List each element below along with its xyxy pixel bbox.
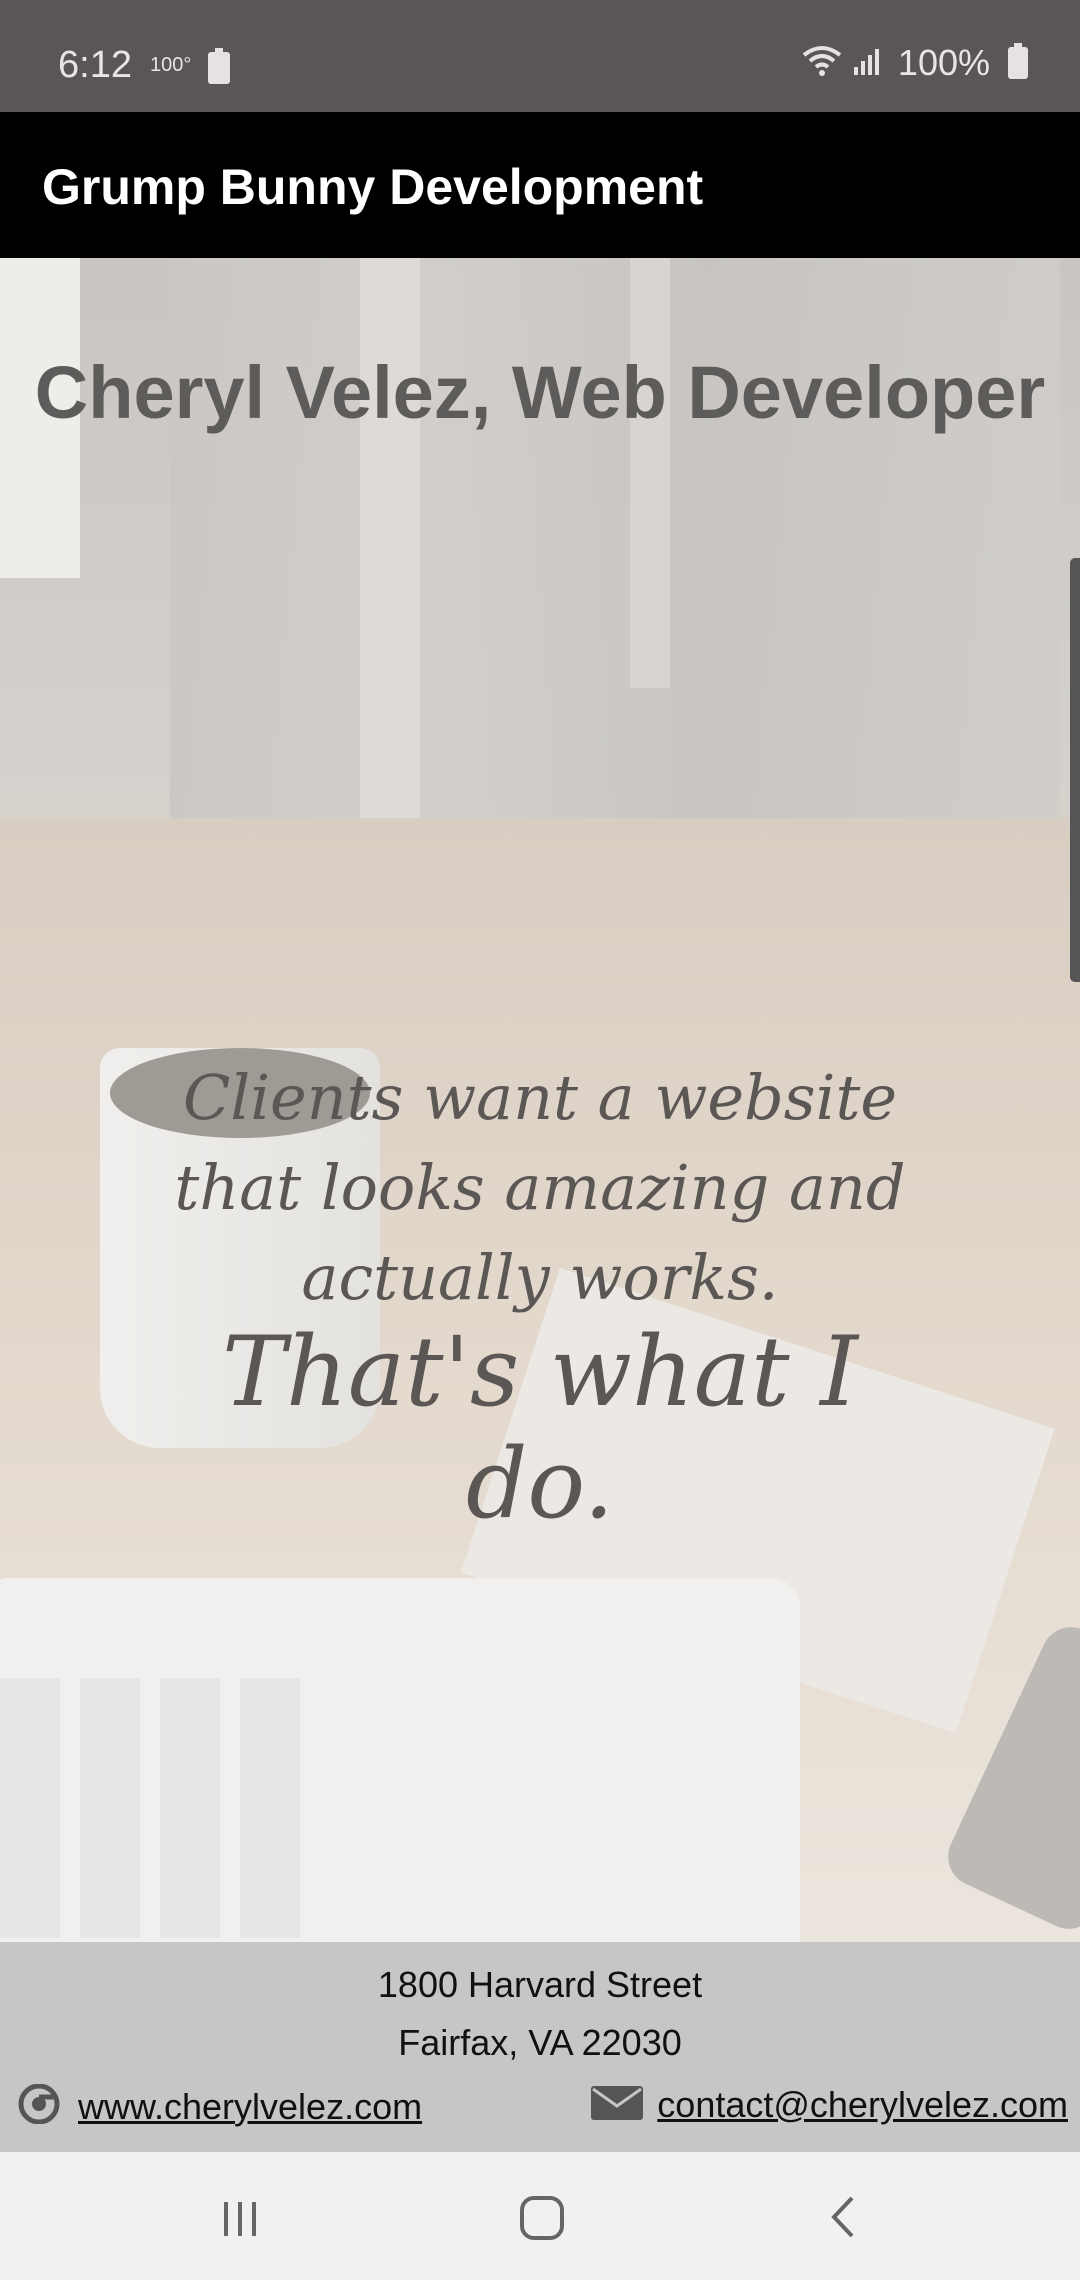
hero-title: Cheryl Velez, Web Developer <box>34 351 1046 434</box>
home-icon[interactable] <box>512 2192 572 2242</box>
status-temperature: 100° <box>150 54 192 76</box>
background-post <box>360 258 420 818</box>
wifi-icon <box>802 45 842 82</box>
tagline-line: that looks amazing and <box>174 1151 906 1224</box>
tagline-line: actually works. <box>301 1241 779 1314</box>
background-wall <box>170 258 1060 838</box>
status-right-group: 100% <box>802 42 1028 84</box>
scrollbar-thumb[interactable] <box>1070 558 1080 982</box>
status-bar: 6:12 100° 100% <box>0 0 1080 112</box>
email-link[interactable]: contact@cherylvelez.com <box>591 2084 1068 2126</box>
background-post <box>630 258 670 688</box>
hero-section: Cheryl Velez, Web Developer Clients want… <box>0 258 1080 1942</box>
signal-icon <box>852 45 882 82</box>
tagline: Clients want a website that looks amazin… <box>140 1053 940 1323</box>
app-bar: Grump Bunny Development <box>0 112 1080 258</box>
website-link-text[interactable]: www.cherylvelez.com <box>78 2086 422 2128</box>
email-link-text[interactable]: contact@cherylvelez.com <box>657 2084 1068 2126</box>
battery-saver-icon <box>208 48 230 84</box>
battery-percent: 100% <box>897 42 990 83</box>
footer: 1800 Harvard Street Fairfax, VA 22030 ww… <box>0 1942 1080 2152</box>
tagline-emphasis: That's what I do. <box>221 1316 859 1540</box>
tagline-line: Clients want a website <box>182 1061 898 1134</box>
website-link[interactable]: www.cherylvelez.com <box>14 2083 422 2129</box>
system-nav-bar <box>0 2152 1080 2280</box>
address-line1: 1800 Harvard Street <box>377 1964 703 2005</box>
app-title: Grump Bunny Development <box>42 159 704 215</box>
background-keyboard <box>0 1678 300 1938</box>
recents-icon[interactable] <box>210 2192 270 2242</box>
back-icon[interactable] <box>816 2192 876 2242</box>
battery-icon <box>1008 43 1028 79</box>
envelope-icon <box>591 2085 644 2125</box>
status-time: 6:12 <box>58 44 132 86</box>
chrome-icon <box>14 2083 64 2129</box>
address-line2: Fairfax, VA 22030 <box>398 2022 682 2063</box>
